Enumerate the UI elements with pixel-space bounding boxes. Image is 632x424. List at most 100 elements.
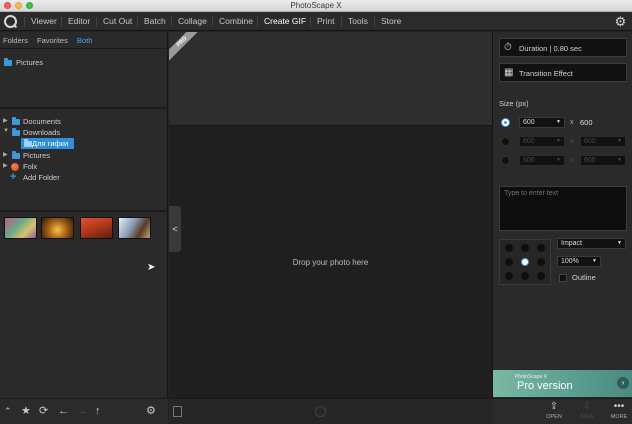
forward-arrow-icon[interactable]: → bbox=[77, 405, 88, 417]
expand-arrow-icon[interactable]: ▶ bbox=[3, 162, 8, 169]
tree-item-label: Folx bbox=[23, 162, 38, 171]
chevron-up-icon[interactable]: ⌃ bbox=[4, 405, 12, 417]
gif-canvas-area: PRO < Drop your photo here bbox=[169, 32, 492, 398]
pro-version-banner[interactable]: PhotoScape X Pro version › bbox=[493, 370, 632, 397]
times-symbol: x bbox=[570, 119, 574, 126]
text-input[interactable] bbox=[499, 186, 627, 231]
menu-viewer[interactable]: Viewer bbox=[31, 16, 57, 26]
mouse-cursor-icon: ➤ bbox=[147, 262, 156, 273]
settings-gear-icon[interactable]: ⚙ bbox=[614, 15, 627, 28]
times-symbol: x bbox=[570, 138, 574, 145]
add-folder-label: Add Folder bbox=[23, 173, 60, 182]
transition-effect-button[interactable]: ▦ Transition Effect bbox=[499, 63, 627, 82]
align-top-right[interactable] bbox=[537, 244, 545, 252]
tab-folders[interactable]: Folders bbox=[3, 36, 28, 45]
menu-tools[interactable]: Tools bbox=[348, 16, 368, 26]
align-bottom-right[interactable] bbox=[537, 272, 545, 280]
font-value: Impact bbox=[561, 240, 583, 247]
size-label: Size (px) bbox=[499, 99, 529, 108]
size-radio-2[interactable] bbox=[501, 137, 510, 146]
align-middle-right[interactable] bbox=[537, 258, 545, 266]
align-bottom-left[interactable] bbox=[505, 272, 513, 280]
menu-batch[interactable]: Batch bbox=[144, 16, 166, 26]
panel-divider[interactable] bbox=[0, 107, 168, 109]
text-size-select[interactable]: 100% ▼ bbox=[557, 256, 601, 267]
size-radio-3[interactable] bbox=[501, 156, 510, 165]
folder-icon bbox=[12, 151, 20, 159]
align-middle-center[interactable] bbox=[521, 258, 529, 266]
size-radio-1[interactable] bbox=[501, 118, 510, 127]
tree-item-label: Downloads bbox=[23, 128, 61, 137]
height-select-2[interactable]: 600 ▼ bbox=[580, 136, 626, 147]
outline-checkbox[interactable] bbox=[559, 274, 567, 282]
open-upload-icon: ⇪ bbox=[549, 401, 559, 412]
menu-separator bbox=[212, 17, 213, 27]
tree-item-downloads[interactable]: ▼ Downloads bbox=[0, 127, 168, 138]
align-bottom-center[interactable] bbox=[521, 272, 529, 280]
collapse-arrow-icon[interactable]: ▼ bbox=[3, 128, 9, 134]
menu-combine[interactable]: Combine bbox=[219, 16, 253, 26]
folx-app-icon bbox=[11, 163, 19, 171]
width-select-2[interactable]: 600 ▼ bbox=[519, 136, 565, 147]
frame-strip[interactable]: PRO bbox=[169, 32, 492, 126]
refresh-icon[interactable]: ⟳ bbox=[39, 405, 48, 417]
frame-view-icon[interactable] bbox=[173, 406, 182, 417]
photo-thumbnail[interactable] bbox=[118, 217, 151, 239]
add-folder-button[interactable]: + Add Folder bbox=[0, 171, 168, 183]
more-button[interactable]: ••• MORE bbox=[606, 401, 632, 420]
width-select-3[interactable]: 600 ▼ bbox=[519, 155, 565, 166]
font-select[interactable]: Impact ▼ bbox=[557, 238, 626, 249]
menu-store[interactable]: Store bbox=[381, 16, 401, 26]
favorite-item-pictures[interactable]: Pictures bbox=[4, 58, 43, 67]
tab-both[interactable]: Both bbox=[77, 36, 92, 45]
tab-favorites[interactable]: Favorites bbox=[37, 36, 68, 45]
align-top-left[interactable] bbox=[505, 244, 513, 252]
menu-separator bbox=[24, 17, 25, 27]
menu-editor[interactable]: Editor bbox=[68, 16, 90, 26]
more-dots-icon: ••• bbox=[613, 401, 625, 412]
arrow-right-icon[interactable]: › bbox=[617, 377, 629, 389]
tree-item-pictures[interactable]: ▶ Pictures bbox=[0, 150, 168, 161]
browser-settings-gear-icon[interactable]: ⚙ bbox=[146, 405, 156, 417]
open-button[interactable]: ⇪ OPEN bbox=[541, 401, 567, 420]
panel-divider[interactable] bbox=[0, 210, 168, 212]
save-button[interactable]: ⇩ SAVE bbox=[574, 401, 600, 420]
tree-item-gif-folder[interactable]: Для гифки bbox=[21, 138, 74, 149]
width-value: 600 bbox=[523, 119, 535, 126]
height-select-3[interactable]: 600 ▼ bbox=[580, 155, 626, 166]
align-middle-left[interactable] bbox=[505, 258, 513, 266]
duration-button[interactable]: ⏱ Duration | 0.80 sec bbox=[499, 38, 627, 57]
menu-collage[interactable]: Collage bbox=[178, 16, 207, 26]
dropdown-arrow-icon: ▼ bbox=[556, 138, 561, 144]
width-select-1[interactable]: 600 ▼ bbox=[519, 117, 565, 128]
collapse-panel-button[interactable]: < bbox=[169, 206, 181, 252]
tree-item-documents[interactable]: ▶ Documents bbox=[0, 116, 168, 127]
menu-cut-out[interactable]: Cut Out bbox=[103, 16, 132, 26]
up-arrow-icon[interactable]: ↑ bbox=[95, 405, 101, 417]
menu-create-gif[interactable]: Create GIF bbox=[264, 16, 306, 26]
open-label: OPEN bbox=[546, 414, 562, 420]
align-top-center[interactable] bbox=[521, 244, 529, 252]
height-value: 600 bbox=[584, 138, 596, 145]
photo-thumbnail[interactable] bbox=[4, 217, 37, 239]
dropdown-arrow-icon: ▼ bbox=[556, 119, 561, 125]
window-title: PhotoScape X bbox=[290, 1, 342, 10]
favorite-label: Pictures bbox=[16, 58, 44, 67]
dropdown-arrow-icon: ▼ bbox=[592, 258, 597, 264]
photo-thumbnail[interactable] bbox=[41, 217, 74, 239]
menu-separator bbox=[341, 17, 342, 27]
dropdown-arrow-icon: ▼ bbox=[617, 138, 622, 144]
height-value: 600 bbox=[584, 157, 596, 164]
menu-print[interactable]: Print bbox=[317, 16, 334, 26]
photoscape-logo-icon[interactable] bbox=[4, 15, 17, 28]
title-bar: PhotoScape X bbox=[0, 0, 632, 12]
expand-arrow-icon[interactable]: ▶ bbox=[3, 117, 8, 124]
play-icon[interactable] bbox=[315, 406, 326, 417]
expand-arrow-icon[interactable]: ▶ bbox=[3, 151, 8, 158]
pro-banner-title: Pro version bbox=[517, 380, 573, 392]
stopwatch-icon: ⏱ bbox=[504, 42, 512, 53]
star-icon[interactable]: ★ bbox=[21, 405, 31, 417]
photo-thumbnail[interactable] bbox=[80, 217, 113, 239]
tree-item-folx[interactable]: ▶ Folx bbox=[0, 161, 168, 172]
back-arrow-icon[interactable]: ← bbox=[58, 405, 69, 417]
